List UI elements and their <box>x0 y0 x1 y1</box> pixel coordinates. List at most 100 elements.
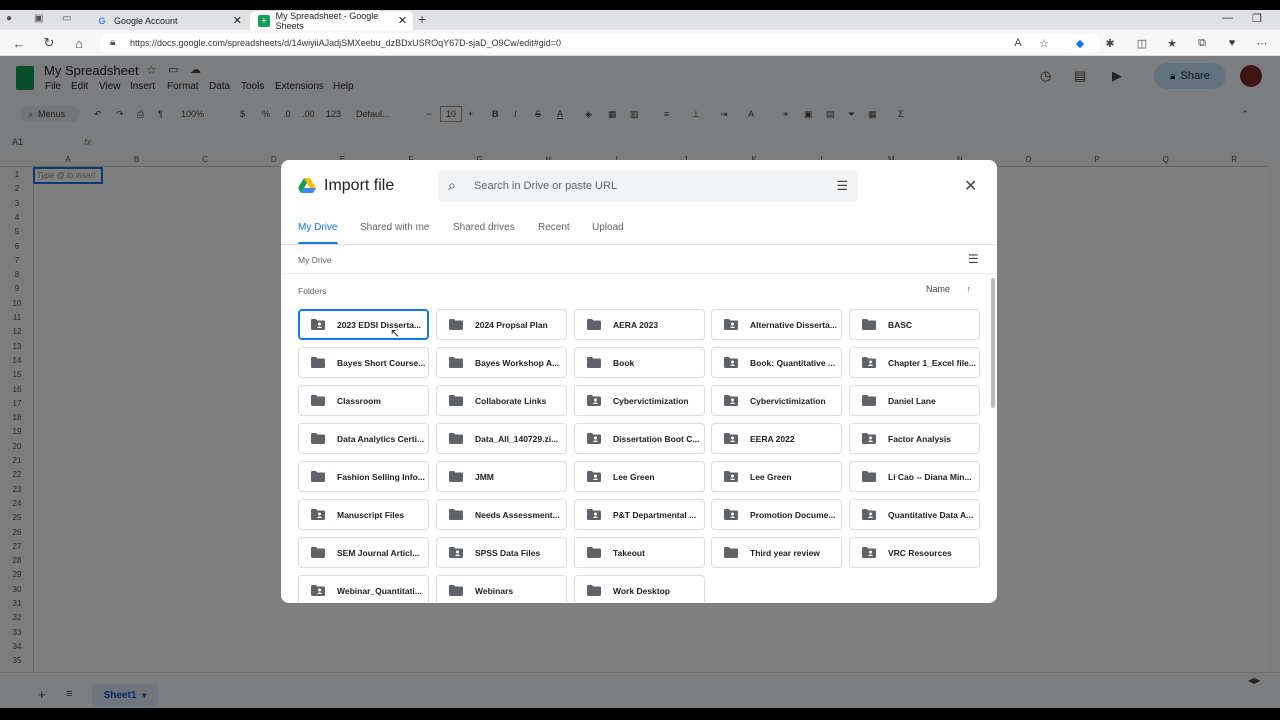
folder-item[interactable]: SEM Journal Articl... <box>298 537 429 568</box>
tab-shared-with-me[interactable]: Shared with me <box>360 222 429 233</box>
folder-name: Manuscript Files <box>337 509 405 520</box>
search-icon: ⌕ <box>448 177 456 193</box>
profile-icon[interactable]: ● <box>6 13 20 27</box>
shared-folder-icon <box>862 433 876 444</box>
folder-name: Webinars <box>475 585 514 596</box>
folder-item[interactable]: Needs Assessment... <box>436 499 567 530</box>
folder-item[interactable]: Quantitative Data A... <box>849 499 980 530</box>
sort-by-name[interactable]: Name ↑ <box>926 284 971 294</box>
folder-item[interactable]: Lee Green <box>711 461 842 492</box>
folder-name: P&T Departmental ... <box>613 509 697 520</box>
tab-actions-icon[interactable]: ▭ <box>62 13 76 27</box>
folder-item[interactable]: Classroom <box>298 385 429 416</box>
browser-address-bar: ← ↻ ⌂ 🔒︎ https://docs.google.com/spreads… <box>0 30 1280 56</box>
folder-name: Takeout <box>613 547 645 558</box>
folder-item[interactable]: Dissertation Boot C... <box>574 423 705 454</box>
folder-icon <box>311 471 325 482</box>
folder-item[interactable]: Cybervictimization <box>574 385 705 416</box>
folder-name: Work Desktop <box>613 585 670 596</box>
folder-item[interactable]: SPSS Data Files <box>436 537 567 568</box>
tab-my-drive[interactable]: My Drive <box>298 222 337 233</box>
folder-name: Classroom <box>337 395 381 406</box>
drive-search-input[interactable]: ⌕ Search in Drive or paste URL ☰ <box>438 170 858 202</box>
folder-item[interactable]: EERA 2022 <box>711 423 842 454</box>
tab-upload[interactable]: Upload <box>592 222 624 233</box>
folder-item[interactable]: Promotion Docume... <box>711 499 842 530</box>
folder-item[interactable]: Data_All_140729.zi... <box>436 423 567 454</box>
folder-item[interactable]: Bayes Workshop A... <box>436 347 567 378</box>
more-icon[interactable]: ⋯ <box>1254 35 1270 51</box>
folder-item[interactable]: Webinars <box>436 575 567 603</box>
folder-item[interactable]: 2024 Propsal Plan <box>436 309 567 340</box>
browser-tab-google-account[interactable]: G Google Account ✕ <box>88 11 248 30</box>
close-tab-icon[interactable]: ✕ <box>233 14 242 27</box>
folder-name: 2023 EDSI Disserta... <box>337 319 422 330</box>
maximize-icon[interactable]: ❐ <box>1252 12 1262 25</box>
folder-item[interactable]: Fashion Selling Info... <box>298 461 429 492</box>
folder-name: VRC Resources <box>888 547 952 558</box>
folder-name: Third year review <box>750 547 820 558</box>
folder-item[interactable]: Data Analytics Certi... <box>298 423 429 454</box>
list-view-icon[interactable]: ☰ <box>968 252 979 266</box>
folder-item[interactable]: Book: Quantitative ... <box>711 347 842 378</box>
search-options-icon[interactable]: ☰ <box>836 178 848 194</box>
folder-item[interactable]: JMM <box>436 461 567 492</box>
scrollbar[interactable] <box>991 278 995 408</box>
close-icon[interactable]: ✕ <box>964 176 977 196</box>
folder-item[interactable]: VRC Resources <box>849 537 980 568</box>
folder-item[interactable]: Factor Analysis <box>849 423 980 454</box>
split-screen-icon[interactable]: ◫ <box>1134 35 1150 51</box>
breadcrumb[interactable]: My Drive <box>298 255 332 265</box>
folder-item[interactable]: Cybervictimization <box>711 385 842 416</box>
folder-name: Webinar_Quantitati... <box>337 585 422 596</box>
collections-icon[interactable]: ⧉ <box>1194 35 1210 51</box>
folder-item[interactable]: Daniel Lane <box>849 385 980 416</box>
folder-item[interactable]: Book <box>574 347 705 378</box>
folder-item[interactable]: Third year review <box>711 537 842 568</box>
workspaces-icon[interactable]: ▣ <box>34 13 48 27</box>
folder-item[interactable]: Lee Green <box>574 461 705 492</box>
folder-item[interactable]: BASC <box>849 309 980 340</box>
browser-essentials-icon[interactable]: ♥ <box>1224 35 1240 51</box>
read-aloud-icon[interactable]: A <box>1010 35 1026 51</box>
folder-icon <box>587 319 601 330</box>
folder-item[interactable]: Chapter 1_Excel file... <box>849 347 980 378</box>
folder-icon <box>449 433 463 444</box>
folder-item[interactable]: Webinar_Quantitati... <box>298 575 429 603</box>
shared-folder-icon <box>587 433 601 444</box>
folder-name: Lee Green <box>613 471 655 482</box>
folder-item[interactable]: Li Cao -- Diana Min... <box>849 461 980 492</box>
url-field[interactable]: 🔒︎ https://docs.google.com/spreadsheets/… <box>100 33 1100 53</box>
tab-shared-drives[interactable]: Shared drives <box>453 222 515 233</box>
folder-item[interactable]: AERA 2023 <box>574 309 705 340</box>
favorite-icon[interactable]: ☆ <box>1036 35 1052 51</box>
folder-item[interactable]: 2023 EDSI Disserta... <box>298 309 429 340</box>
screen-top-border <box>0 0 1280 10</box>
folder-item[interactable]: Manuscript Files <box>298 499 429 530</box>
shared-folder-icon <box>311 319 325 330</box>
extension-icon[interactable]: ◆ <box>1072 35 1088 51</box>
tab-recent[interactable]: Recent <box>538 222 570 233</box>
reload-icon[interactable]: ↻ <box>40 34 58 52</box>
arrow-up-icon[interactable]: ↑ <box>967 284 972 294</box>
folder-item[interactable]: Collaborate Links <box>436 385 567 416</box>
folder-name: Data Analytics Certi... <box>337 433 425 444</box>
home-icon[interactable]: ⌂ <box>70 34 88 52</box>
close-tab-icon[interactable]: ✕ <box>398 14 407 27</box>
folder-item[interactable]: Takeout <box>574 537 705 568</box>
extensions-icon[interactable]: ✱ <box>1102 35 1118 51</box>
minimize-icon[interactable]: — <box>1222 12 1233 24</box>
back-icon[interactable]: ← <box>10 34 28 52</box>
shared-folder-icon <box>311 585 325 596</box>
favorites-icon[interactable]: ★ <box>1164 35 1180 51</box>
folder-icon <box>862 395 876 406</box>
browser-tab-sheets[interactable]: + My Spreadsheet - Google Sheets ✕ <box>250 11 413 31</box>
folder-item[interactable]: Work Desktop <box>574 575 705 603</box>
folder-item[interactable]: P&T Departmental ... <box>574 499 705 530</box>
new-tab-icon[interactable]: + <box>418 11 426 27</box>
import-file-dialog: Import file ⌕ Search in Drive or paste U… <box>281 160 997 603</box>
folder-item[interactable]: Bayes Short Course... <box>298 347 429 378</box>
shared-folder-icon <box>587 395 601 406</box>
folder-item[interactable]: Alternative Disserta... <box>711 309 842 340</box>
folder-icon <box>449 357 463 368</box>
